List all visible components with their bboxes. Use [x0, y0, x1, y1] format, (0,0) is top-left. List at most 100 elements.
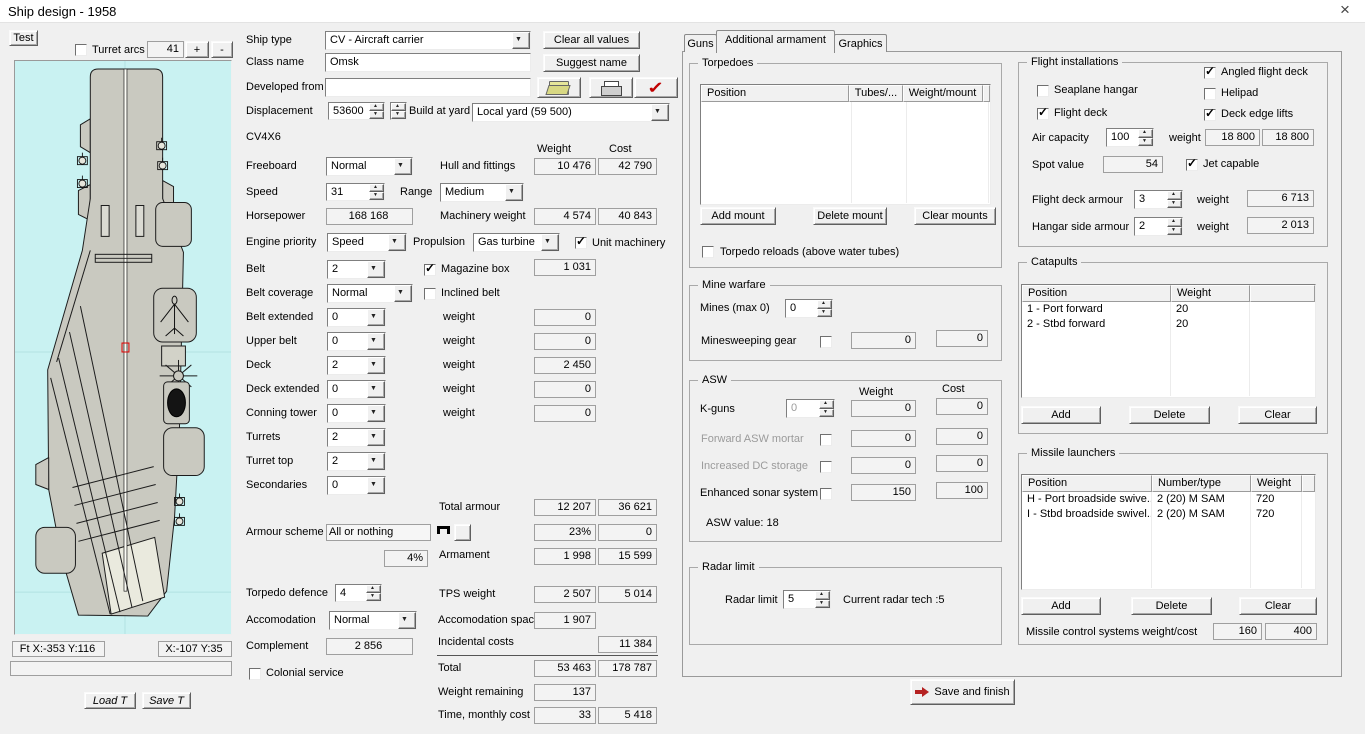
spin-down-icon[interactable]: [819, 409, 834, 418]
add-mount-button[interactable]: Add mount: [700, 207, 776, 225]
test-button[interactable]: Test: [9, 30, 38, 46]
developed-from-input[interactable]: [325, 78, 531, 97]
chevron-down-icon[interactable]: [394, 158, 412, 175]
spin-down-icon[interactable]: [391, 111, 406, 119]
missile-launchers-list[interactable]: Position Number/type Weight H - Port bro…: [1021, 474, 1316, 590]
displacement-fine-spinner[interactable]: [390, 102, 407, 120]
spin-up-icon[interactable]: [1138, 129, 1153, 138]
secondaries-dropdown[interactable]: 0: [327, 476, 386, 495]
spin-down-icon[interactable]: [369, 192, 384, 200]
accomodation-dropdown[interactable]: Normal: [329, 611, 417, 630]
ship-type-dropdown[interactable]: CV - Aircraft carrier: [325, 31, 531, 50]
enhanced-sonar-checkbox[interactable]: [820, 488, 832, 500]
belt-coverage-dropdown[interactable]: Normal: [327, 284, 413, 303]
torpedo-reloads-checkbox[interactable]: [702, 246, 714, 258]
arc-plus-button[interactable]: +: [185, 41, 209, 58]
minesweeping-gear-checkbox[interactable]: [820, 336, 832, 348]
deck-edge-lifts-checkbox[interactable]: [1204, 109, 1216, 121]
missiles-delete-button[interactable]: Delete: [1131, 597, 1212, 615]
missiles-col-type[interactable]: Number/type: [1152, 475, 1251, 492]
spin-up-icon[interactable]: [391, 103, 406, 111]
spin-up-icon[interactable]: [366, 585, 381, 593]
kguns-spinner[interactable]: 0: [786, 399, 835, 418]
class-name-input[interactable]: Omsk: [325, 53, 531, 72]
spin-down-icon[interactable]: [1138, 138, 1153, 147]
turrets-dropdown[interactable]: 2: [327, 428, 386, 447]
tab-additional-armament[interactable]: Additional armament: [716, 30, 835, 53]
chevron-down-icon[interactable]: [367, 429, 385, 446]
chevron-down-icon[interactable]: [367, 357, 385, 374]
missiles-col-position[interactable]: Position: [1022, 475, 1152, 492]
spin-down-icon[interactable]: [369, 111, 384, 119]
chevron-down-icon[interactable]: [505, 184, 523, 201]
catapult-row[interactable]: 1 - Port forward 20: [1022, 302, 1315, 317]
save-and-finish-button[interactable]: Save and finish: [910, 679, 1015, 705]
chevron-down-icon[interactable]: [398, 612, 416, 629]
spin-down-icon[interactable]: [366, 593, 381, 601]
chevron-down-icon[interactable]: [394, 285, 412, 302]
upper-belt-dropdown[interactable]: 0: [327, 332, 386, 351]
citadel-button[interactable]: [454, 524, 471, 541]
catapults-delete-button[interactable]: Delete: [1129, 406, 1210, 424]
missiles-col-weight[interactable]: Weight: [1251, 475, 1302, 492]
jet-capable-checkbox[interactable]: [1186, 159, 1198, 171]
catapults-clear-button[interactable]: Clear: [1238, 406, 1317, 424]
open-design-button[interactable]: [537, 77, 581, 98]
clear-mounts-button[interactable]: Clear mounts: [914, 207, 996, 225]
engine-priority-dropdown[interactable]: Speed: [327, 233, 407, 252]
chevron-down-icon[interactable]: [367, 309, 385, 326]
propulsion-dropdown[interactable]: Gas turbine: [473, 233, 560, 252]
arc-minus-button[interactable]: -: [211, 41, 233, 58]
spin-up-icon[interactable]: [1167, 218, 1182, 227]
tab-graphics[interactable]: Graphics: [834, 34, 887, 52]
chevron-down-icon[interactable]: [388, 234, 406, 251]
turret-top-dropdown[interactable]: 2: [327, 452, 386, 471]
build-at-yard-dropdown[interactable]: Local yard (59 500): [472, 103, 670, 122]
chevron-down-icon[interactable]: [367, 333, 385, 350]
belt-dropdown[interactable]: 2: [327, 260, 386, 279]
seaplane-hangar-checkbox[interactable]: [1037, 85, 1049, 97]
spin-down-icon[interactable]: [1167, 227, 1182, 236]
chevron-down-icon[interactable]: [367, 381, 385, 398]
hangar-side-armour-spinner[interactable]: 2: [1134, 217, 1183, 236]
spin-up-icon[interactable]: [369, 103, 384, 111]
load-t-button[interactable]: Load T: [84, 692, 136, 709]
range-dropdown[interactable]: Medium: [440, 183, 524, 202]
chevron-down-icon[interactable]: [367, 453, 385, 470]
missiles-clear-button[interactable]: Clear: [1239, 597, 1317, 615]
turret-arcs-checkbox[interactable]: [75, 44, 87, 56]
missiles-add-button[interactable]: Add: [1021, 597, 1101, 615]
radar-limit-spinner[interactable]: 5: [783, 590, 831, 609]
catapults-list[interactable]: Position Weight 1 - Port forward 20 2 - …: [1021, 284, 1316, 398]
spin-down-icon[interactable]: [815, 600, 830, 609]
chevron-down-icon[interactable]: [512, 32, 530, 49]
torpedoes-col-tubes[interactable]: Tubes/...: [849, 85, 903, 102]
mines-spinner[interactable]: 0: [785, 299, 833, 318]
torpedoes-list[interactable]: Position Tubes/... Weight/mount: [700, 84, 991, 205]
spin-down-icon[interactable]: [1167, 200, 1182, 209]
spin-down-icon[interactable]: [817, 309, 832, 318]
spin-up-icon[interactable]: [369, 184, 384, 192]
catapults-col-position[interactable]: Position: [1022, 285, 1171, 302]
spin-up-icon[interactable]: [817, 300, 832, 309]
flight-deck-armour-spinner[interactable]: 3: [1134, 190, 1183, 209]
missile-row[interactable]: H - Port broadside swive... 2 (20) M SAM…: [1022, 492, 1315, 507]
speed-spinner[interactable]: 31: [326, 183, 385, 201]
spin-up-icon[interactable]: [1167, 191, 1182, 200]
air-capacity-spinner[interactable]: 100: [1106, 128, 1154, 147]
torpedoes-col-weight[interactable]: Weight/mount: [903, 85, 983, 102]
chevron-down-icon[interactable]: [651, 104, 669, 121]
chevron-down-icon[interactable]: [367, 405, 385, 422]
belt-extended-dropdown[interactable]: 0: [327, 308, 386, 327]
suggest-name-button[interactable]: Suggest name: [543, 54, 640, 72]
conning-tower-dropdown[interactable]: 0: [327, 404, 386, 423]
armour-scheme-value[interactable]: All or nothing: [326, 524, 431, 541]
catapults-add-button[interactable]: Add: [1021, 406, 1101, 424]
deck-dropdown[interactable]: 2: [327, 356, 386, 375]
deck-extended-dropdown[interactable]: 0: [327, 380, 386, 399]
chevron-down-icon[interactable]: [367, 261, 385, 278]
spin-up-icon[interactable]: [819, 400, 834, 409]
torpedoes-col-position[interactable]: Position: [701, 85, 849, 102]
displacement-spinner[interactable]: 53600: [328, 102, 385, 120]
catapult-row[interactable]: 2 - Stbd forward 20: [1022, 317, 1315, 332]
